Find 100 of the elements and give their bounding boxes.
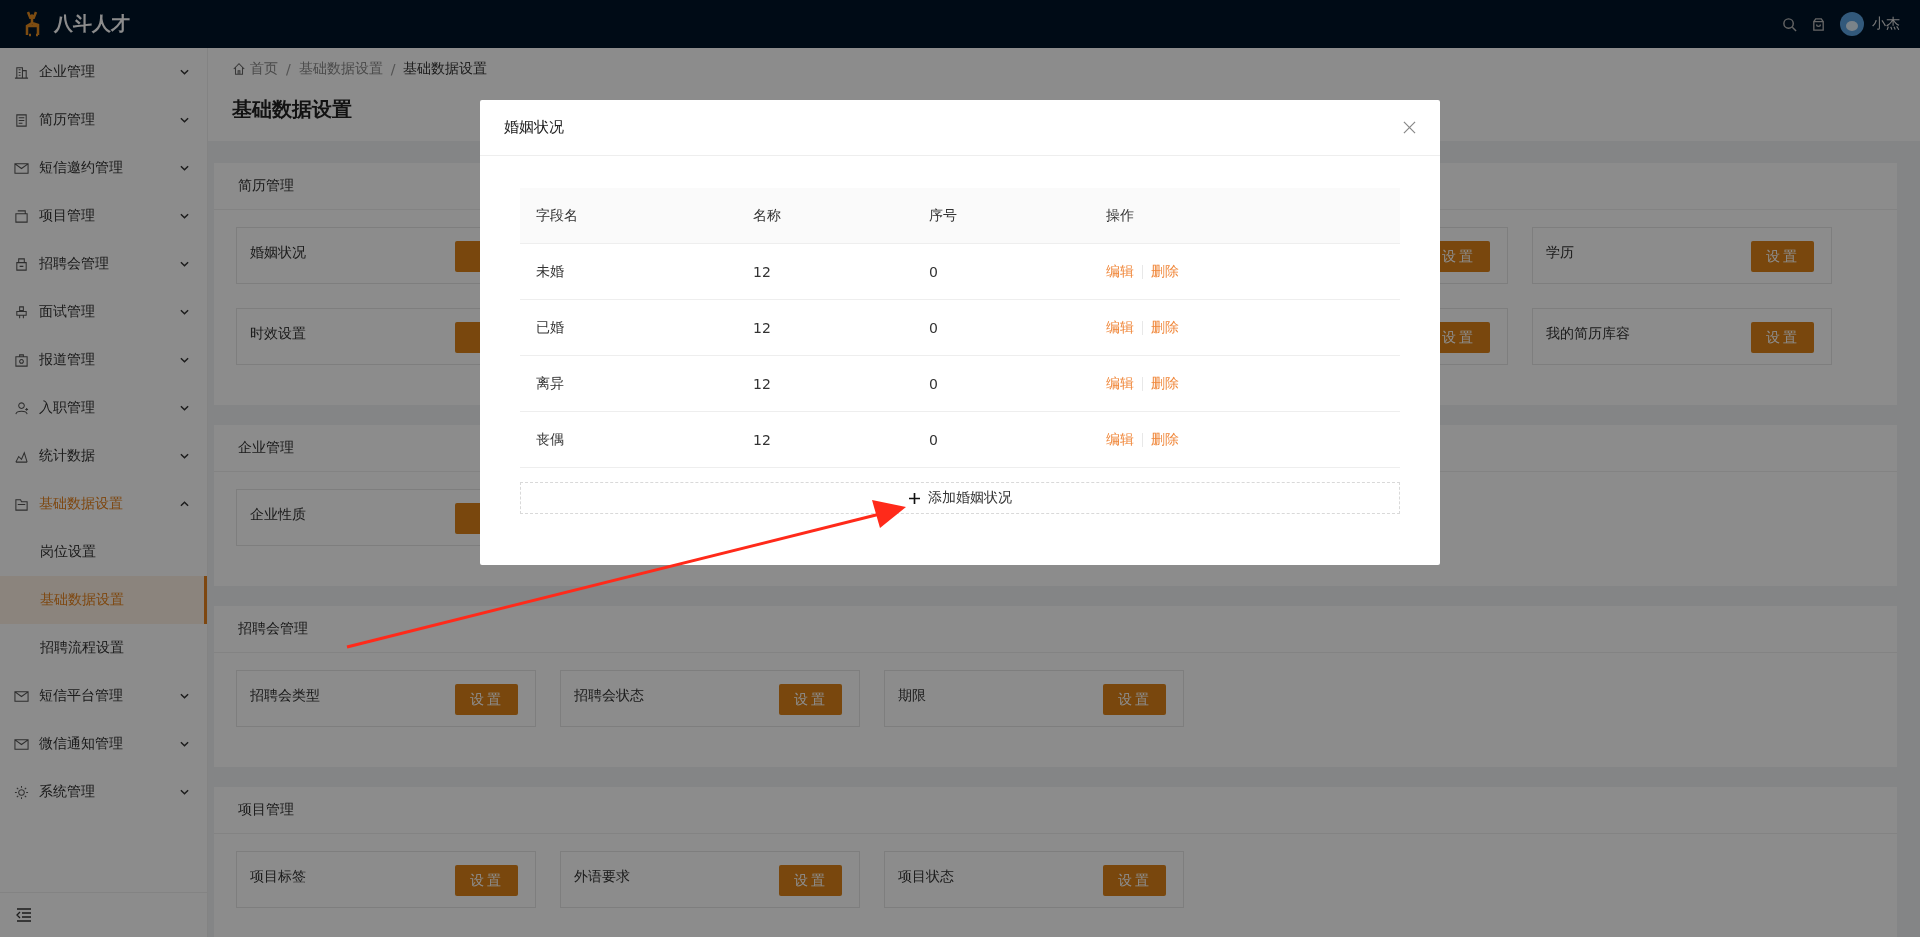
plus-icon: [908, 492, 920, 504]
search-icon[interactable]: [1782, 16, 1797, 32]
chevron-down-icon: [180, 693, 189, 699]
sidebar-item[interactable]: 系统管理: [0, 768, 207, 816]
action-link[interactable]: 编辑: [1106, 262, 1134, 281]
sidebar-item[interactable]: 简历管理: [0, 96, 207, 144]
column-header: 字段名: [536, 206, 579, 225]
settings-button[interactable]: 设置: [455, 684, 518, 715]
settings-button[interactable]: 设置: [1103, 865, 1166, 896]
settings-button[interactable]: 设置: [779, 684, 842, 715]
menu-icon: [14, 688, 29, 704]
menu-icon: [14, 304, 29, 320]
sidebar-subitem[interactable]: 基础数据设置: [0, 576, 207, 624]
chevron-down-icon: [180, 309, 189, 315]
menu-icon: [14, 160, 29, 176]
avatar-icon[interactable]: [1840, 12, 1864, 36]
section-title: 项目管理: [238, 801, 294, 819]
home-icon: [232, 62, 246, 76]
settings-button[interactable]: 设置: [779, 865, 842, 896]
sidebar-item[interactable]: 项目管理: [0, 192, 207, 240]
menu-icon: [14, 256, 29, 272]
table-cell-text: 12: [753, 263, 772, 280]
menu-icon: [14, 352, 29, 368]
table-cell-text: 0: [929, 263, 939, 280]
setting-label: 学历: [1546, 243, 1574, 262]
bag-icon[interactable]: [1811, 16, 1826, 32]
sidebar-subitem[interactable]: 岗位设置: [0, 528, 207, 576]
page-title: 基础数据设置: [232, 96, 353, 123]
column-header: 序号: [929, 206, 958, 225]
menu-icon: [14, 448, 29, 464]
breadcrumb-separator: /: [286, 61, 291, 77]
sidebar-item[interactable]: 面试管理: [0, 288, 207, 336]
breadcrumb-link[interactable]: 首页: [250, 60, 278, 78]
table-cell-text: 12: [753, 319, 772, 336]
sidebar-item[interactable]: 短信邀约管理: [0, 144, 207, 192]
action-link[interactable]: 编辑: [1106, 374, 1134, 393]
chevron-down-icon: [180, 357, 189, 363]
menu-icon: [14, 208, 29, 224]
modal-title: 婚姻状况: [504, 118, 564, 137]
menu-icon: [14, 112, 29, 128]
menu-icon: [14, 784, 29, 800]
column-header: 名称: [753, 206, 782, 225]
setting-label: 婚姻状况: [250, 243, 306, 262]
sidebar-item[interactable]: 企业管理: [0, 48, 207, 96]
menu-icon: [14, 64, 29, 80]
table-cell-text: 丧偶: [536, 430, 565, 449]
settings-button[interactable]: 设置: [1751, 241, 1814, 272]
user-name[interactable]: 小杰: [1872, 15, 1900, 33]
menu-icon: [14, 736, 29, 752]
action-link[interactable]: 删除: [1151, 374, 1179, 393]
action-link[interactable]: 删除: [1151, 262, 1179, 281]
chevron-down-icon: [180, 741, 189, 747]
chevron-down-icon: [180, 405, 189, 411]
table-cell-text: 未婚: [536, 262, 565, 281]
sidebar-item[interactable]: 报道管理: [0, 336, 207, 384]
settings-button[interactable]: 设置: [1103, 684, 1166, 715]
section-title: 招聘会管理: [238, 620, 308, 638]
section-title: 企业管理: [238, 439, 294, 457]
breadcrumb-link[interactable]: 基础数据设置: [298, 60, 383, 78]
sidebar-item[interactable]: 微信通知管理: [0, 720, 207, 768]
sidebar-item[interactable]: 招聘会管理: [0, 240, 207, 288]
setting-label: 项目状态: [898, 867, 954, 886]
column-header: 操作: [1106, 206, 1135, 225]
table-cell-text: 已婚: [536, 318, 565, 337]
sidebar-item[interactable]: 短信平台管理: [0, 672, 207, 720]
action-link[interactable]: 编辑: [1106, 430, 1134, 449]
chevron-down-icon: [180, 213, 189, 219]
sidebar-item[interactable]: 基础数据设置: [0, 480, 207, 528]
table-cell-text: 离异: [536, 374, 565, 393]
collapse-menu-icon[interactable]: [16, 908, 32, 922]
chevron-down-icon: [180, 453, 189, 459]
menu-icon: [14, 496, 29, 512]
add-button[interactable]: 添加婚姻状况: [520, 482, 1400, 514]
breadcrumb-separator: /: [390, 61, 396, 77]
section-title: 简历管理: [238, 177, 294, 195]
brand-name: 八斗人才: [54, 11, 130, 36]
close-icon[interactable]: [1403, 121, 1416, 134]
action-link[interactable]: 删除: [1151, 430, 1179, 449]
setting-label: 招聘会类型: [250, 686, 320, 705]
settings-button[interactable]: 设置: [1751, 322, 1814, 353]
chevron-down-icon: [180, 261, 189, 267]
action-link[interactable]: 编辑: [1106, 318, 1134, 337]
chevron-down-icon: [180, 117, 189, 123]
menu-icon: [14, 400, 29, 416]
chevron-down-icon: [180, 789, 189, 795]
action-link[interactable]: 删除: [1151, 318, 1179, 337]
sidebar-subitem[interactable]: 招聘流程设置: [0, 624, 207, 672]
chevron-down-icon: [180, 165, 189, 171]
setting-label: 招聘会状态: [574, 686, 644, 705]
sidebar-item[interactable]: 统计数据: [0, 432, 207, 480]
setting-label: 项目标签: [250, 867, 306, 886]
chevron-down-icon: [180, 69, 189, 75]
setting-label: 外语要求: [574, 867, 630, 886]
table-cell-text: 0: [929, 375, 939, 392]
table-cell-text: 0: [929, 319, 939, 336]
table-cell-text: 12: [753, 375, 772, 392]
setting-label: 我的简历库容: [1546, 324, 1630, 343]
settings-button[interactable]: 设置: [455, 865, 518, 896]
setting-label: 期限: [898, 686, 926, 705]
sidebar-item[interactable]: 入职管理: [0, 384, 207, 432]
